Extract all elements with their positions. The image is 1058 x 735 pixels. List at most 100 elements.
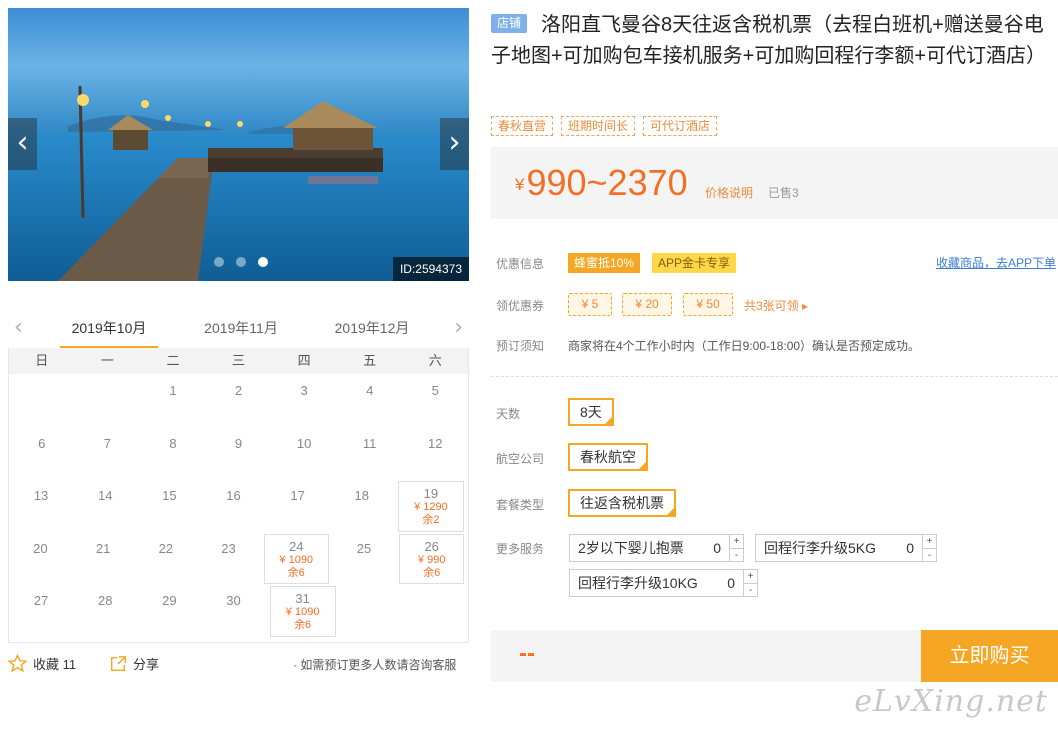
carousel-dots (214, 257, 268, 267)
booking-notice: 商家将在4个工作小时内（工作日9:00-18:00）确认是否预定成功。 (568, 339, 921, 353)
day-price: ¥ 1090 (279, 553, 314, 566)
days-label: 天数 (496, 407, 521, 421)
coupon-5[interactable]: ¥ 5 (568, 293, 612, 316)
calendar-day: 22 (134, 532, 197, 585)
favorite-button[interactable]: 收藏 11 (8, 654, 76, 673)
calendar-day: 8 (140, 427, 206, 480)
day-number: 16 (226, 488, 241, 503)
product-photo (8, 8, 469, 281)
share-icon (110, 655, 126, 671)
weekday-label: 二 (166, 353, 180, 368)
service-name: 2岁以下婴儿抱票 (578, 540, 684, 556)
calendar-day: 17 (266, 479, 330, 532)
chevron-right-icon[interactable]: › (454, 315, 463, 340)
divider (491, 376, 1058, 377)
tag: 可代订酒店 (643, 116, 718, 136)
star-icon (8, 654, 27, 673)
product-title: 洛阳直飞曼谷8天往返含税机票（去程白班机+赠送曼谷电子地图+可加购包车接机服务+… (491, 14, 1047, 67)
calendar-day: 27 (9, 584, 73, 637)
calendar-day: 29 (137, 584, 201, 637)
share-label: 分享 (133, 657, 160, 672)
package-option[interactable]: 往返含税机票 (568, 489, 676, 517)
day-remaining: 余2 (422, 514, 440, 526)
calendar-grid: 日一二三四五六 1 2 3 4 5 6 7 8 9 10 11 12 13 14 15 16 17 18 19 ¥ 1… (8, 348, 469, 643)
calendar-month-tabs: ‹ 2019年10月 2019年11月 2019年12月 › (8, 309, 469, 349)
chevron-right-icon[interactable]: › (440, 118, 469, 170)
days-option[interactable]: 8天 (568, 398, 614, 426)
coupon-20[interactable]: ¥ 20 (622, 293, 672, 316)
day-number: 22 (158, 540, 174, 556)
calendar-day: 21 (72, 532, 135, 585)
day-number: 14 (97, 488, 113, 503)
calendar-day: 15 (137, 479, 201, 532)
calendar-day: 30 (201, 584, 265, 637)
calendar-day: 10 (271, 427, 337, 480)
calendar-day: 9 (206, 427, 272, 480)
shop-badge: 店铺 (491, 14, 528, 33)
weekday-label: 日 (35, 353, 49, 368)
quantity-input[interactable]: 0 (727, 570, 735, 596)
carousel-dot-active[interactable] (258, 257, 268, 267)
decrement-button[interactable]: - (923, 548, 936, 562)
coupon-50[interactable]: ¥ 50 (683, 293, 733, 316)
calendar-week-row: 6 7 8 9 10 11 12 (9, 427, 468, 480)
promo-label: 优惠信息 (496, 257, 545, 271)
notice-label: 预订须知 (496, 339, 545, 353)
weekday-label: 三 (232, 353, 246, 368)
weekday-label: 一 (100, 353, 114, 368)
image-id-label: ID:2594373 (392, 257, 469, 281)
chevron-left-icon[interactable]: ‹ (8, 118, 37, 170)
chevron-left-icon[interactable]: ‹ (14, 315, 23, 340)
increment-button[interactable]: + (923, 535, 936, 548)
day-number: 9 (234, 435, 243, 451)
airline-option[interactable]: 春秋航空 (568, 443, 648, 471)
share-button[interactable]: 分享 (109, 654, 159, 673)
day-price: ¥ 990 (417, 553, 446, 566)
calendar-day-available[interactable]: 26 ¥ 990 余6 (399, 533, 465, 584)
day-number: 12 (428, 435, 443, 451)
product-tags: 春秋直营 班期时间长 可代订酒店 (491, 116, 718, 136)
carousel-dot[interactable] (236, 257, 246, 267)
increment-button[interactable]: + (744, 570, 757, 583)
calendar-day-available[interactable]: 19 ¥ 1290 余2 (397, 481, 464, 532)
day-number: 28 (97, 593, 113, 608)
day-number: 1 (169, 383, 177, 398)
calendar-week-row: 20 21 22 23 24 ¥ 1090 余6 25 26 ¥ 990 余6 (9, 532, 468, 585)
day-price: ¥ 1090 (285, 606, 320, 618)
tab-month-3[interactable]: 2019年12月 (323, 318, 421, 338)
tab-month-2[interactable]: 2019年11月 (192, 318, 290, 338)
quantity-stepper: + - (922, 535, 936, 561)
calendar-day-available[interactable]: 31 ¥ 1090 余6 (269, 586, 336, 637)
buy-now-button[interactable]: 立即购买 (921, 630, 1058, 682)
calendar-day-available[interactable]: 24 ¥ 1090 余6 (263, 533, 329, 584)
tag: 班期时间长 (561, 116, 636, 136)
day-number: 10 (296, 435, 312, 451)
carousel-dot[interactable] (214, 257, 224, 267)
quantity-input[interactable]: 0 (713, 535, 721, 561)
product-image-carousel[interactable]: ‹ › ID:2594373 (8, 8, 469, 281)
weekday-label: 六 (428, 353, 442, 368)
tab-month-1[interactable]: 2019年10月 (60, 318, 158, 348)
decrement-button[interactable]: - (744, 583, 757, 597)
watermark: eLvXing.net (854, 684, 1048, 719)
coupon-count-link[interactable]: 共3张可领 ▸ (744, 297, 808, 314)
calendar-day (75, 374, 141, 427)
day-number: 2 (234, 383, 243, 398)
quantity-input[interactable]: 0 (906, 535, 914, 561)
tag: 春秋直营 (491, 116, 554, 136)
quantity-stepper: + - (743, 570, 757, 596)
decrement-button[interactable]: - (730, 548, 743, 562)
calendar-day (340, 584, 404, 637)
day-number: 30 (226, 593, 241, 608)
calendar-day: 6 (9, 427, 75, 480)
day-number: 31 (295, 591, 310, 606)
increment-button[interactable]: + (730, 535, 743, 548)
day-remaining: 余6 (294, 619, 312, 631)
price-box: ¥990~2370 价格说明 已售3 (491, 147, 1058, 219)
price-note-link[interactable]: 价格说明 (705, 184, 753, 201)
favorite-label: 收藏 11 (33, 657, 77, 672)
favorite-app-link[interactable]: 收藏商品，去APP下单 (936, 254, 1056, 271)
calendar-day: 28 (73, 584, 137, 637)
airline-label: 航空公司 (496, 452, 545, 466)
day-number: 27 (33, 593, 49, 608)
